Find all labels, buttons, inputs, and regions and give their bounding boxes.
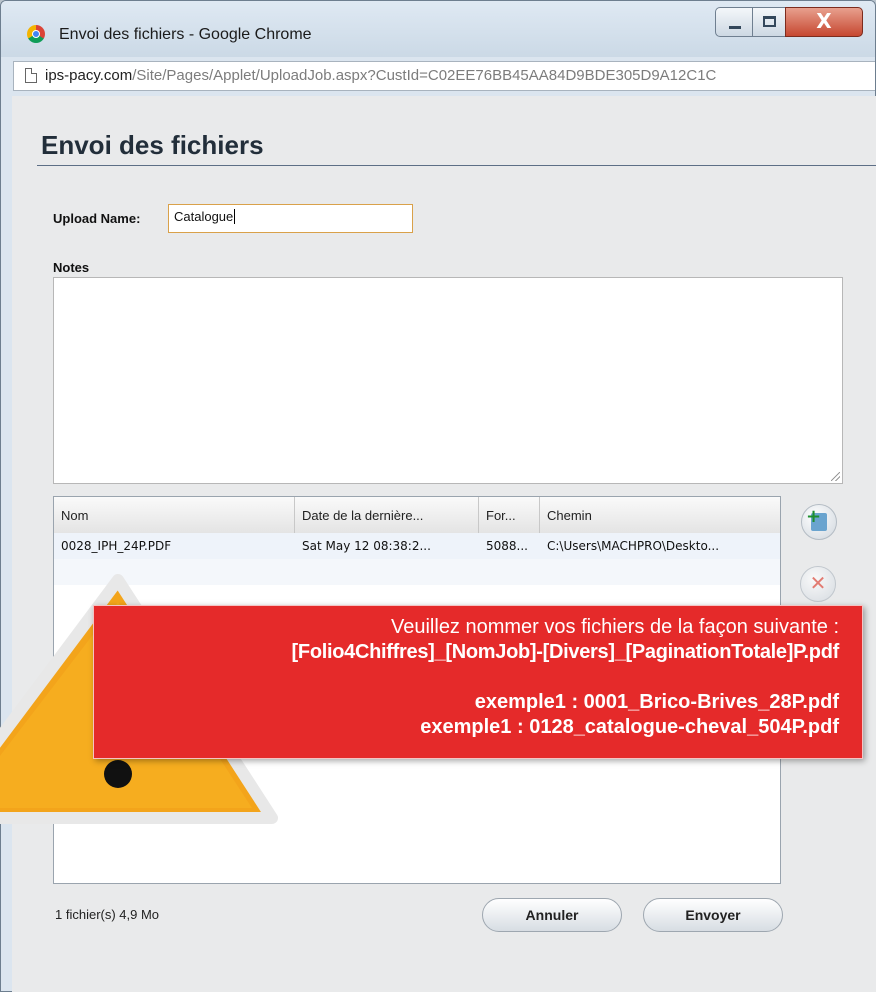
url[interactable]: ips-pacy.com/Site/Pages/Applet/UploadJob… — [45, 67, 716, 84]
page-icon — [25, 68, 37, 83]
column-header-date[interactable]: Date de la dernière... — [295, 497, 479, 533]
upload-name-label: Upload Name: — [53, 211, 141, 226]
resize-grip-icon[interactable] — [831, 472, 840, 481]
title-divider — [37, 165, 876, 166]
upload-name-value: Catalogue — [174, 209, 234, 224]
remove-file-icon: ✕ — [809, 571, 827, 595]
minimize-icon — [729, 26, 741, 29]
remove-file-button[interactable]: ✕ — [800, 566, 836, 602]
table-row[interactable]: 0028_IPH_24P.PDF Sat May 12 08:38:2... 5… — [54, 533, 780, 559]
column-header-nom[interactable]: Nom — [54, 497, 295, 533]
page-title: Envoi des fichiers — [41, 130, 264, 160]
cell-chemin: C:\Users\MACHPRO\Deskto... — [547, 539, 720, 553]
close-icon: X — [816, 9, 832, 33]
banner-example-2: exemple1 : 0128_catalogue-cheval_504P.pd… — [420, 716, 839, 738]
send-button[interactable]: Envoyer — [643, 898, 783, 932]
add-file-icon — [806, 506, 827, 531]
cell-nom: 0028_IPH_24P.PDF — [61, 539, 172, 553]
banner-pattern: [Folio4Chiffres]_[NomJob]-[Divers]_[Pagi… — [291, 641, 840, 663]
cell-date: Sat May 12 08:38:2... — [302, 539, 431, 553]
window-title: Envoi des fichiers - Google Chrome — [59, 26, 312, 43]
cancel-button[interactable]: Annuler — [482, 898, 622, 932]
add-file-button[interactable] — [801, 504, 837, 540]
notes-textarea[interactable] — [53, 277, 843, 484]
cell-format: 5088... — [486, 539, 528, 553]
notes-label: Notes — [53, 260, 90, 275]
upload-name-input[interactable]: Catalogue — [168, 204, 413, 233]
banner-example-1: exemple1 : 0001_Brico-Brives_28P.pdf — [474, 691, 839, 713]
maximize-icon — [763, 16, 776, 27]
banner-instruction: Veuillez nommer vos fichiers de la façon… — [391, 616, 839, 638]
maximize-button[interactable] — [752, 7, 786, 37]
title-bar[interactable]: Envoi des fichiers - Google Chrome X — [1, 1, 875, 57]
naming-rule-banner: Veuillez nommer vos fichiers de la façon… — [93, 605, 863, 759]
column-header-chemin[interactable]: Chemin — [540, 497, 780, 533]
address-bar[interactable]: ips-pacy.com/Site/Pages/Applet/UploadJob… — [13, 61, 875, 91]
chrome-logo-icon — [27, 25, 45, 43]
close-button[interactable]: X — [785, 7, 863, 37]
column-header-format[interactable]: For... — [479, 497, 540, 533]
minimize-button[interactable] — [715, 7, 753, 37]
url-host: ips-pacy.com — [45, 67, 133, 84]
table-header: Nom Date de la dernière... For... Chemin — [54, 497, 780, 534]
url-path: /Site/Pages/Applet/UploadJob.aspx?CustId… — [132, 67, 717, 84]
status-text: 1 fichier(s) 4,9 Mo — [55, 907, 160, 922]
text-caret — [234, 209, 236, 224]
